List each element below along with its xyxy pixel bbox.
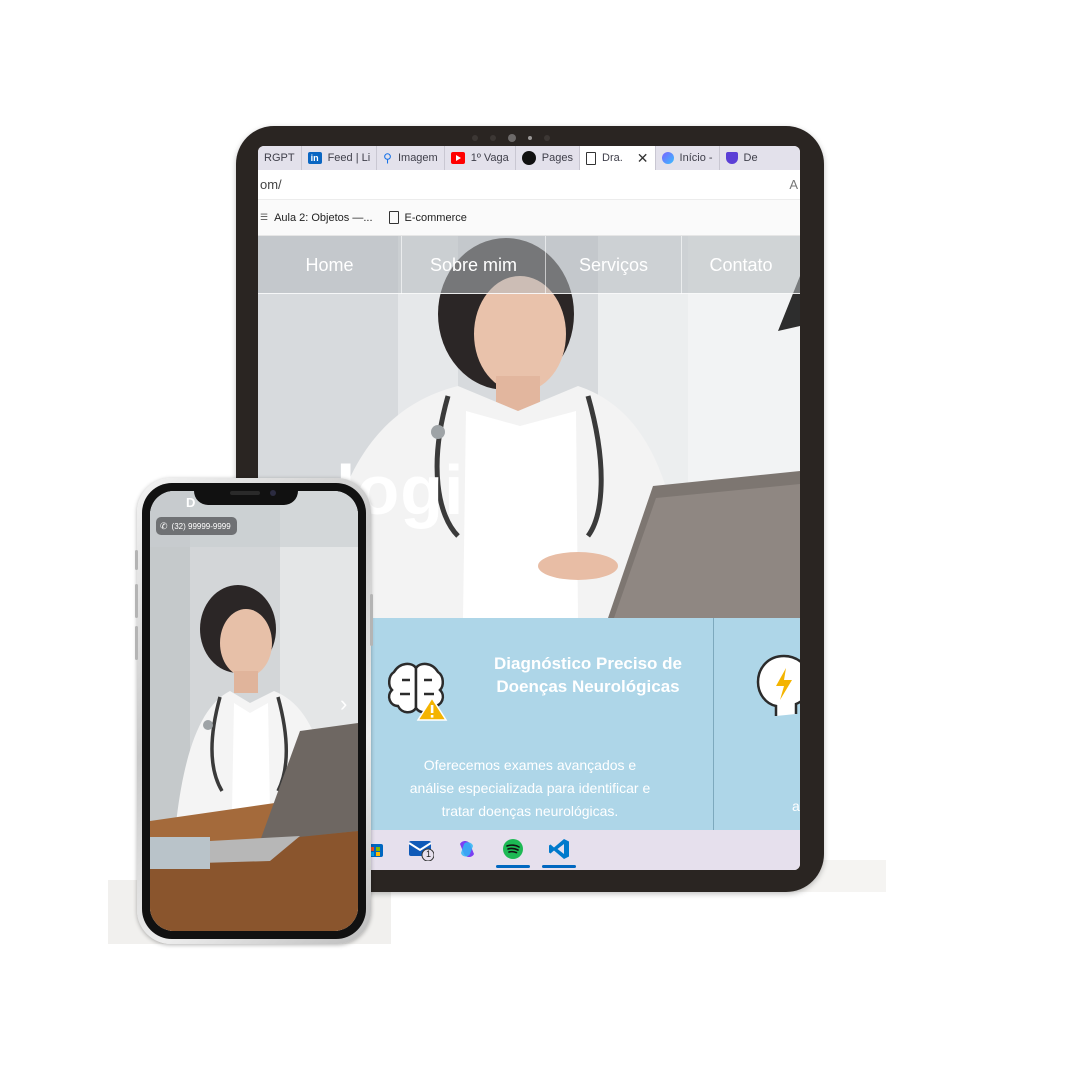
- active-indicator: [496, 865, 530, 868]
- tab-github-pages[interactable]: Pages: [516, 146, 580, 170]
- service-description-fragment: a: [792, 798, 800, 814]
- phone-bezel: D ✆ (32) 99999-9999 ›: [142, 483, 366, 939]
- spotify-icon[interactable]: [496, 836, 530, 868]
- shield-icon: [725, 152, 738, 164]
- phone-doctor-photo: [150, 491, 358, 931]
- browser-tab-strip: RGPT in Feed | Li ⚲ Imagem 1º Vaga Pages…: [258, 146, 800, 170]
- close-tab-icon[interactable]: ✕: [637, 150, 649, 167]
- vscode-icon[interactable]: [542, 836, 576, 868]
- service-card-2: a: [714, 618, 800, 830]
- mail-badge: 1: [426, 849, 432, 859]
- bookmark-aula2[interactable]: ☰ Aula 2: Objetos —...: [260, 212, 373, 224]
- bookmark-ecommerce[interactable]: E-commerce: [388, 211, 467, 224]
- copilot-tab-icon: [661, 152, 674, 164]
- search-icon: ⚲: [383, 151, 392, 165]
- linkedin-icon: in: [307, 152, 322, 164]
- phone-volume-up: [135, 584, 138, 618]
- tab-label: De: [743, 152, 758, 164]
- phone-device: D ✆ (32) 99999-9999 ›: [135, 478, 373, 944]
- tab-label: Imagem: [397, 152, 438, 164]
- tab-label: 1º Vaga: [470, 152, 509, 164]
- tab-linkedin[interactable]: in Feed | Li: [302, 146, 378, 170]
- service-description: Oferecemos exames avançados e análise es…: [409, 757, 651, 819]
- page-icon: [388, 211, 399, 224]
- copilot-icon[interactable]: [454, 836, 480, 862]
- service-card-diagnostico: Diagnóstico Preciso de Doenças Neurológi…: [370, 618, 714, 830]
- tab-dra-active[interactable]: Dra. ✕: [580, 146, 656, 170]
- head-lightning-icon: [756, 654, 800, 716]
- bookmark-label: Aula 2: Objetos —...: [274, 211, 373, 224]
- tab-label: RGPT: [264, 152, 295, 164]
- tab-label: Pages: [541, 152, 573, 164]
- youtube-icon: [450, 152, 465, 164]
- phone-volume-down: [135, 626, 138, 660]
- tab-inicio[interactable]: Início -: [656, 146, 720, 170]
- nav-contato[interactable]: Contato: [682, 236, 800, 294]
- phone-mute-switch: [135, 550, 138, 570]
- github-icon: [521, 151, 536, 165]
- tab-de[interactable]: De: [720, 146, 764, 170]
- address-bar[interactable]: om/ A: [258, 170, 800, 200]
- phone-icon: ✆: [160, 520, 168, 531]
- phone-contact-pill[interactable]: ✆ (32) 99999-9999: [156, 517, 237, 535]
- tablet-camera: [472, 134, 550, 142]
- bookmarks-bar: ☰ Aula 2: Objetos —... E-commerce: [258, 200, 800, 236]
- tab-chatgpt[interactable]: RGPT: [258, 146, 302, 170]
- service-title: Diagnóstico Preciso de Doenças Neurológi…: [494, 654, 682, 696]
- tab-image-search[interactable]: ⚲ Imagem: [377, 146, 445, 170]
- active-indicator: [542, 865, 576, 868]
- nav-servicos[interactable]: Serviços: [546, 236, 682, 294]
- phone-notch: [194, 483, 298, 505]
- tab-label: Início -: [679, 152, 713, 164]
- phone-speaker: [230, 491, 260, 495]
- nav-home[interactable]: Home: [258, 236, 402, 294]
- phone-site-logo[interactable]: D: [186, 495, 195, 510]
- site-nav: Home Sobre mim Serviços Contato: [258, 236, 800, 294]
- phone-front-camera: [270, 490, 276, 496]
- phone-power-button: [370, 594, 373, 646]
- tab-label: Dra.: [602, 152, 623, 164]
- bookmark-label: E-commerce: [404, 211, 467, 224]
- nav-sobre-mim[interactable]: Sobre mim: [402, 236, 546, 294]
- read-aloud-icon[interactable]: A: [789, 177, 798, 192]
- tab-label: Feed | Li: [327, 152, 371, 164]
- carousel-next-arrow[interactable]: ›: [340, 691, 347, 717]
- bookmark-icon: ☰: [260, 212, 269, 222]
- brain-warning-icon: [387, 662, 448, 721]
- address-text: om/: [260, 177, 282, 192]
- phone-number: (32) 99999-9999: [171, 521, 231, 531]
- tab-youtube[interactable]: 1º Vaga: [445, 146, 516, 170]
- mail-icon[interactable]: 1: [408, 836, 434, 862]
- phone-screen: D ✆ (32) 99999-9999 ›: [150, 491, 358, 931]
- page-icon: [586, 151, 596, 165]
